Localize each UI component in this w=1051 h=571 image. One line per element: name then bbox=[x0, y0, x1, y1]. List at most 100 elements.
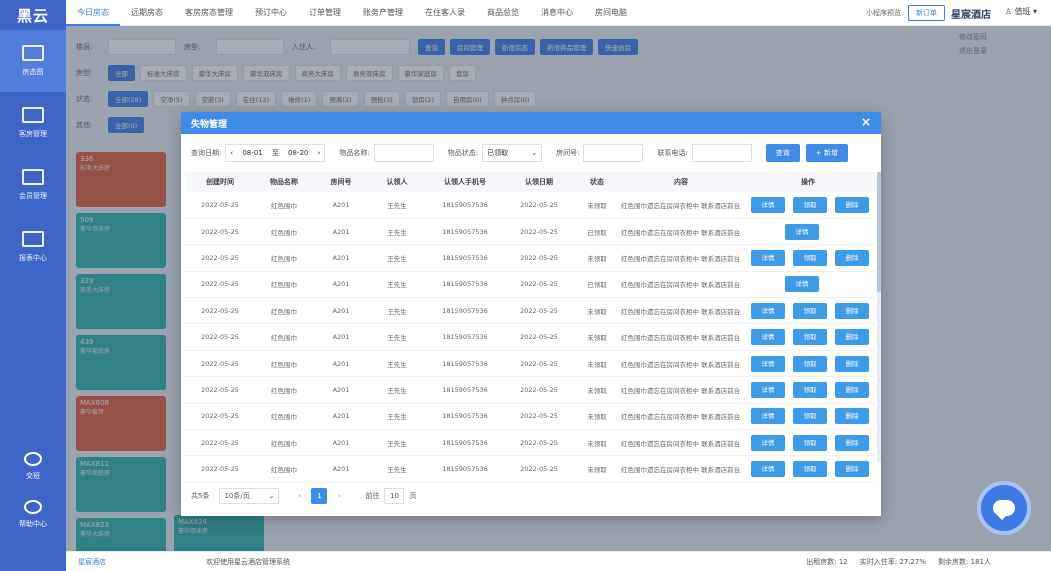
delete-button[interactable]: 删除 bbox=[835, 249, 869, 266]
status-bar-hotel: 星宸酒店 bbox=[78, 557, 106, 566]
top-tab[interactable]: 商品总览 bbox=[476, 0, 530, 26]
delete-button[interactable]: 删除 bbox=[835, 302, 869, 319]
cell-ops: 详情 bbox=[741, 218, 875, 246]
detail-button[interactable]: 详情 bbox=[785, 223, 819, 240]
mini-program-preview-link[interactable]: 小程序预览 bbox=[859, 8, 908, 18]
next-page-button[interactable]: › bbox=[331, 488, 347, 504]
delete-button[interactable]: 删除 bbox=[835, 461, 869, 478]
table-row: 2022-05-25 红色围巾 A201 王先生 18159057536 2022-05-… bbox=[185, 403, 875, 431]
delete-button[interactable]: 删除 bbox=[835, 434, 869, 451]
detail-button[interactable]: 详情 bbox=[751, 434, 785, 451]
chevron-right-icon[interactable]: › bbox=[318, 149, 321, 157]
rail-bottom-label: 交班 bbox=[26, 472, 40, 480]
cell-room: A201 bbox=[313, 455, 369, 483]
table-row: 2022-05-25 红色围巾 A201 王先生 18159057536 2022-05-… bbox=[185, 218, 875, 246]
search-button[interactable]: 查询 bbox=[765, 144, 800, 162]
chevron-left-icon[interactable]: ‹ bbox=[230, 149, 233, 157]
delete-button[interactable]: 删除 bbox=[835, 196, 869, 213]
cell-date: 2022-05-25 bbox=[185, 218, 255, 246]
rail-item[interactable]: 客房管理 bbox=[0, 92, 66, 154]
pager-total: 共5条 bbox=[191, 492, 210, 500]
top-tab[interactable]: 预订中心 bbox=[244, 0, 298, 26]
cell-content: 红色围巾遗忘在房间衣柜中 联系酒店前台人 bbox=[621, 403, 741, 431]
top-tab[interactable]: 订单管理 bbox=[298, 0, 352, 26]
detail-button[interactable]: 详情 bbox=[751, 196, 785, 213]
delete-button[interactable]: 删除 bbox=[835, 381, 869, 398]
cell-item: 红色围巾 bbox=[255, 244, 313, 272]
detail-button[interactable]: 详情 bbox=[751, 461, 785, 478]
top-tab[interactable]: 远期房态 bbox=[120, 0, 174, 26]
rail-bottom-help[interactable]: 帮助中心 bbox=[0, 500, 66, 529]
cell-status: 未领取 bbox=[573, 297, 621, 325]
cell-claim-date: 2022-05-25 bbox=[505, 297, 573, 325]
detail-button[interactable]: 详情 bbox=[751, 408, 785, 425]
detail-button[interactable]: 详情 bbox=[751, 329, 785, 346]
date-end: 08-20 bbox=[288, 149, 309, 157]
rail-item[interactable]: 会员管理 bbox=[0, 154, 66, 216]
detail-button[interactable]: 详情 bbox=[751, 381, 785, 398]
goto-page-input[interactable]: 10 bbox=[384, 488, 405, 504]
cell-item: 红色围巾 bbox=[255, 192, 313, 219]
cell-room: A201 bbox=[313, 218, 369, 246]
cell-content: 红色围巾遗忘在房间衣柜中 联系酒店前台人 bbox=[621, 350, 741, 378]
cell-claim-date: 2022-05-25 bbox=[505, 403, 573, 431]
top-tab[interactable]: 房间电脑 bbox=[584, 0, 638, 26]
cell-claimer: 王先生 bbox=[369, 350, 425, 378]
column-header: 状态 bbox=[573, 172, 621, 192]
detail-button[interactable]: 详情 bbox=[751, 355, 785, 372]
contact-phone-input[interactable] bbox=[691, 144, 752, 162]
new-order-button[interactable]: 新订单 bbox=[908, 5, 945, 21]
page-size-select[interactable]: 10条/页 ⌄ bbox=[219, 488, 280, 504]
top-tab[interactable]: 今日房态 bbox=[66, 0, 120, 26]
detail-button[interactable]: 详情 bbox=[751, 249, 785, 266]
rail-bottom-handover[interactable]: 交班 bbox=[0, 452, 66, 481]
cell-claim-date: 2022-05-25 bbox=[505, 323, 573, 351]
cell-item: 红色围巾 bbox=[255, 218, 313, 246]
claim-button[interactable]: 领取 bbox=[793, 434, 827, 451]
cell-date: 2022-05-25 bbox=[185, 376, 255, 404]
rail-item[interactable]: 房态图 bbox=[0, 30, 66, 92]
page-size-value: 10条/页 bbox=[224, 492, 250, 500]
detail-button[interactable]: 详情 bbox=[785, 276, 819, 293]
user-menu-trigger[interactable]: ♙ 值班 ▾ bbox=[1005, 6, 1037, 17]
claim-button[interactable]: 领取 bbox=[793, 381, 827, 398]
add-button[interactable]: + 新增 bbox=[805, 144, 848, 162]
cell-claimer: 王先生 bbox=[369, 429, 425, 457]
table-scrollbar[interactable] bbox=[877, 172, 881, 462]
app-logo: 黑云 bbox=[16, 6, 49, 25]
delete-button[interactable]: 删除 bbox=[835, 329, 869, 346]
page-1-button[interactable]: 1 bbox=[311, 488, 328, 504]
claim-button[interactable]: 领取 bbox=[793, 249, 827, 266]
cell-claim-date: 2022-05-25 bbox=[505, 192, 573, 219]
page-unit: 页 bbox=[409, 492, 417, 500]
close-icon[interactable]: × bbox=[861, 116, 871, 128]
status-select[interactable]: 已领取 ⌄ bbox=[482, 144, 543, 162]
date-range-picker[interactable]: ‹ 08-01 至 08-20 › bbox=[225, 144, 326, 162]
top-tab[interactable]: 账务产管理 bbox=[352, 0, 414, 26]
rail-item[interactable]: 报表中心 bbox=[0, 216, 66, 278]
cell-item: 红色围巾 bbox=[255, 323, 313, 351]
claim-button[interactable]: 领取 bbox=[793, 329, 827, 346]
scrollbar-thumb[interactable] bbox=[877, 172, 881, 292]
cell-item: 红色围巾 bbox=[255, 429, 313, 457]
delete-button[interactable]: 删除 bbox=[835, 355, 869, 372]
top-tab[interactable]: 消息中心 bbox=[530, 0, 584, 26]
claim-button[interactable]: 领取 bbox=[793, 196, 827, 213]
cell-content: 红色围巾遗忘在房间衣柜中 联系酒店前台人 bbox=[621, 376, 741, 404]
top-tab[interactable]: 客房房态管理 bbox=[174, 0, 244, 26]
item-name-input[interactable] bbox=[373, 144, 434, 162]
room-number-input[interactable] bbox=[583, 144, 644, 162]
claim-button[interactable]: 领取 bbox=[793, 408, 827, 425]
claim-button[interactable]: 领取 bbox=[793, 461, 827, 478]
claim-button[interactable]: 领取 bbox=[793, 302, 827, 319]
delete-button[interactable]: 删除 bbox=[835, 408, 869, 425]
detail-button[interactable]: 详情 bbox=[751, 302, 785, 319]
top-tab[interactable]: 在住客人录 bbox=[414, 0, 476, 26]
claim-button[interactable]: 领取 bbox=[793, 355, 827, 372]
prev-page-button[interactable]: ‹ bbox=[291, 488, 307, 504]
chat-button[interactable] bbox=[977, 481, 1031, 535]
cell-content: 红色围巾遗忘在房间衣柜中 联系酒店前台人 bbox=[621, 455, 741, 483]
cell-claim-date: 2022-05-25 bbox=[505, 271, 573, 299]
cell-claimer: 王先生 bbox=[369, 455, 425, 483]
cell-claimer: 王先生 bbox=[369, 271, 425, 299]
